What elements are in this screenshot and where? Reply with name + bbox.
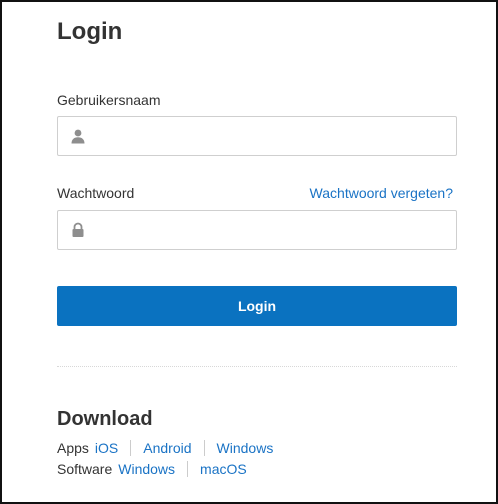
username-input[interactable] bbox=[92, 117, 452, 155]
link-separator bbox=[187, 461, 189, 477]
apps-ios-link[interactable]: iOS bbox=[95, 440, 118, 456]
forgot-password-link[interactable]: Wachtwoord vergeten? bbox=[310, 185, 453, 201]
apps-label: Apps bbox=[57, 440, 89, 456]
software-label: Software bbox=[57, 461, 113, 477]
software-download-row: Software Windows macOS bbox=[57, 461, 247, 477]
login-panel: Login Gebruikersnaam Wachtwoord Wachtwoo… bbox=[0, 0, 498, 504]
link-separator bbox=[130, 440, 132, 456]
password-input[interactable] bbox=[92, 211, 452, 249]
apps-windows-link[interactable]: Windows bbox=[217, 440, 274, 456]
software-windows-link[interactable]: Windows bbox=[118, 461, 175, 477]
password-label: Wachtwoord bbox=[57, 185, 135, 201]
section-divider bbox=[57, 366, 457, 367]
page-title: Login bbox=[57, 18, 123, 45]
username-field-wrapper[interactable] bbox=[57, 116, 457, 156]
software-macos-link[interactable]: macOS bbox=[200, 461, 247, 477]
username-label: Gebruikersnaam bbox=[57, 92, 161, 108]
download-heading: Download bbox=[57, 408, 153, 430]
login-button[interactable]: Login bbox=[57, 286, 457, 326]
link-separator bbox=[203, 440, 205, 456]
password-field-wrapper[interactable] bbox=[57, 210, 457, 250]
user-icon bbox=[70, 128, 86, 144]
apps-download-row: Apps iOS Android Windows bbox=[57, 440, 273, 456]
apps-android-link[interactable]: Android bbox=[143, 440, 191, 456]
lock-icon bbox=[70, 222, 86, 238]
